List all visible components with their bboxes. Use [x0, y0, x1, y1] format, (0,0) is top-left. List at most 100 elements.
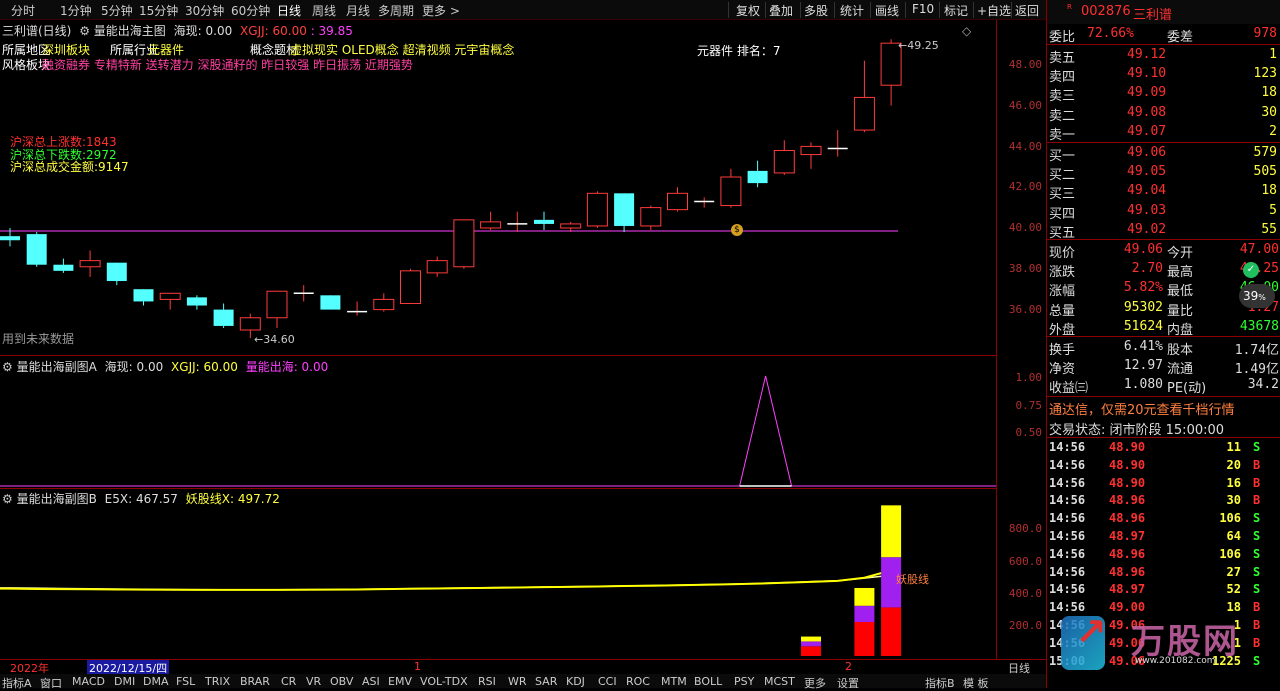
tab-mcst[interactable]: MCST — [764, 675, 795, 688]
buy-level[interactable]: 买二 49.05 505 — [1047, 163, 1280, 183]
stats-button[interactable]: 统计 — [840, 2, 864, 19]
tab-brar[interactable]: BRAR — [240, 675, 270, 688]
back-button[interactable]: 返回 — [1015, 2, 1039, 19]
tab-30min[interactable]: 30分钟 — [185, 2, 224, 19]
promo-banner[interactable]: 通达信，仅需20元查看千档行情 — [1047, 398, 1280, 418]
tick-price: 48.97 — [1109, 529, 1146, 543]
tab-sar[interactable]: SAR — [535, 675, 557, 688]
candle — [266, 290, 288, 328]
tab-template[interactable]: 模 板 — [963, 675, 989, 691]
buy-level[interactable]: 买四 49.03 5 — [1047, 202, 1280, 222]
add-watchlist-button[interactable]: +自选 — [977, 2, 1011, 19]
tab-fenshi[interactable]: 分时 — [11, 2, 35, 19]
tab-roc[interactable]: ROC — [626, 675, 650, 688]
sell-volume: 30 — [1261, 104, 1277, 120]
tab-indicator-a[interactable]: 指标A — [2, 675, 32, 691]
tick-side: S — [1253, 564, 1261, 579]
tab-rsi[interactable]: RSI — [478, 675, 496, 688]
shield-icon[interactable]: ✓ — [1243, 262, 1259, 278]
candle — [773, 140, 795, 175]
tab-vr[interactable]: VR — [306, 675, 321, 688]
tick-row[interactable]: 14:56 49.06 1 B — [1047, 617, 1280, 635]
sell-price: 49.07 — [1127, 123, 1167, 139]
buy-price: 49.04 — [1127, 183, 1167, 199]
tab-60min[interactable]: 60分钟 — [231, 2, 270, 19]
sell-volume: 2 — [1269, 123, 1277, 139]
overlay-button[interactable]: 叠加 — [769, 2, 793, 19]
promo-text[interactable]: 通达信，仅需20元查看千档行情 — [1049, 399, 1235, 418]
tick-row[interactable]: 14:56 48.96 30 B — [1047, 492, 1280, 510]
candle-body — [26, 234, 47, 265]
volume-bar-segment — [881, 505, 902, 558]
quote-stat-row[interactable]: 收益㈢ 1.080 PE(动) 34.2 — [1047, 376, 1280, 396]
stat-label: 内盘 — [1167, 322, 1194, 338]
tick-row[interactable]: 14:56 49.06 1 B — [1047, 635, 1280, 653]
tab-dmi[interactable]: DMI — [114, 675, 135, 688]
tab-more-indicators[interactable]: 更多 — [804, 675, 826, 691]
stock-name: 三利谱 — [1133, 8, 1173, 23]
tick-row[interactable]: 14:56 48.90 11 S — [1047, 439, 1280, 457]
tab-1min[interactable]: 1分钟 — [60, 2, 92, 19]
sell-level[interactable]: 卖三 49.09 18 — [1047, 84, 1280, 104]
tab-5min[interactable]: 5分钟 — [101, 2, 133, 19]
sell-level[interactable]: 卖五 49.12 1 — [1047, 46, 1280, 66]
candle-body — [266, 290, 288, 319]
candle — [373, 293, 395, 312]
sell-level[interactable]: 卖一 49.07 2 — [1047, 123, 1280, 143]
money-bag-icon[interactable]: $ — [731, 224, 743, 236]
tab-fsl[interactable]: FSL — [176, 675, 195, 688]
tick-volume: 106 — [1219, 546, 1241, 561]
mark-button[interactable]: 标记 — [944, 2, 968, 19]
multi-stock-button[interactable]: 多股 — [804, 2, 828, 19]
tab-psy[interactable]: PSY — [734, 675, 754, 688]
tab-dma[interactable]: DMA — [143, 675, 169, 688]
quote-stat-row[interactable]: 现价 49.06 今开 47.00 — [1047, 241, 1280, 261]
sell-price: 49.12 — [1127, 47, 1167, 62]
candle-body — [426, 260, 448, 274]
buy-level[interactable]: 买五 49.02 55 — [1047, 221, 1280, 241]
buy-level[interactable]: 买一 49.06 579 — [1047, 144, 1280, 164]
tab-trix[interactable]: TRIX — [205, 675, 230, 688]
tick-row[interactable]: 14:56 48.97 64 S — [1047, 528, 1280, 546]
speed-badge[interactable]: 39% — [1239, 284, 1275, 308]
tab-cci[interactable]: CCI — [598, 675, 617, 688]
draw-line-button[interactable]: 画线 — [875, 2, 899, 19]
tab-kdj[interactable]: KDJ — [566, 675, 585, 688]
tab-asi[interactable]: ASI — [362, 675, 380, 688]
tab-more[interactable]: 更多 > — [422, 2, 460, 19]
tab-weekly[interactable]: 周线 — [312, 2, 336, 19]
quote-header: R 002876 三利谱 — [1047, 0, 1280, 24]
tab-daily[interactable]: 日线 — [277, 2, 301, 19]
tick-row[interactable]: 14:56 48.96 27 S — [1047, 564, 1280, 582]
tab-mtm[interactable]: MTM — [661, 675, 687, 688]
tick-row[interactable]: 14:56 49.00 18 B — [1047, 599, 1280, 617]
tick-row[interactable]: 15:00 49.06 1225 S — [1047, 653, 1280, 671]
tick-row[interactable]: 14:56 48.90 16 B — [1047, 475, 1280, 493]
buy-level[interactable]: 买三 49.04 18 — [1047, 182, 1280, 202]
quote-stat-row[interactable]: 外盘 51624 内盘 43678 — [1047, 318, 1280, 338]
sell-level[interactable]: 卖四 49.10 123 — [1047, 65, 1280, 85]
tab-monthly[interactable]: 月线 — [346, 2, 370, 19]
tab-wr[interactable]: WR — [508, 675, 527, 688]
tab-vol-tdx[interactable]: VOL-TDX — [420, 675, 468, 688]
buy-label: 买四 — [1049, 206, 1076, 222]
tab-macd[interactable]: MACD — [72, 675, 105, 688]
tick-row[interactable]: 14:56 48.97 52 S — [1047, 581, 1280, 599]
tab-multi-period[interactable]: 多周期 — [378, 2, 414, 19]
tab-settings[interactable]: 设置 — [837, 675, 859, 691]
tick-row[interactable]: 14:56 48.90 20 B — [1047, 457, 1280, 475]
tab-emv[interactable]: EMV — [388, 675, 412, 688]
fuquan-button[interactable]: 复权 — [736, 2, 760, 19]
tab-indicator-b[interactable]: 指标B — [925, 675, 955, 691]
quote-stat-row[interactable]: 净资 12.97 流通 1.49亿 — [1047, 357, 1280, 377]
tab-window[interactable]: 窗口 — [40, 675, 62, 691]
f10-button[interactable]: F10 — [912, 2, 934, 16]
quote-stat-row[interactable]: 换手 6.41% 股本 1.74亿 — [1047, 338, 1280, 358]
tick-row[interactable]: 14:56 48.96 106 S — [1047, 510, 1280, 528]
tab-15min[interactable]: 15分钟 — [139, 2, 178, 19]
tick-row[interactable]: 14:56 48.96 106 S — [1047, 546, 1280, 564]
sell-level[interactable]: 卖二 49.08 30 — [1047, 104, 1280, 124]
tab-obv[interactable]: OBV — [330, 675, 353, 688]
tab-boll[interactable]: BOLL — [694, 675, 722, 688]
tab-cr[interactable]: CR — [281, 675, 296, 688]
